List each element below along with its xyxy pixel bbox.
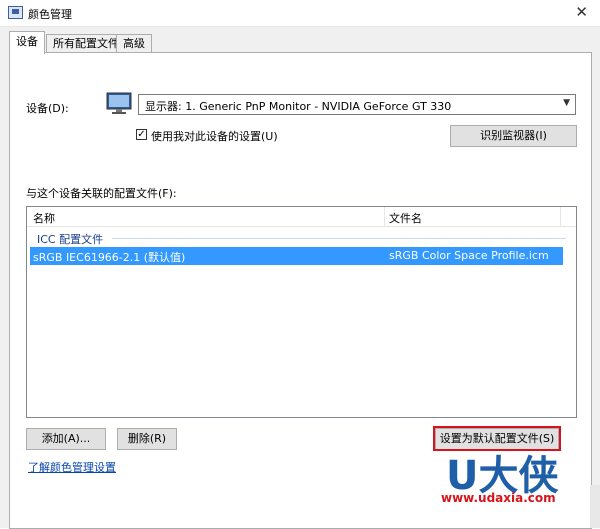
tab-advanced[interactable]: 高级	[116, 34, 152, 53]
column-header-filename[interactable]: 文件名	[389, 210, 422, 226]
icc-profiles-group-label: ICC 配置文件	[37, 233, 104, 246]
list-header: 名称 文件名	[27, 207, 576, 227]
profile-name-cell: sRGB IEC61966-2.1 (默认值)	[33, 251, 186, 264]
use-my-settings-label: 使用我对此设备的设置(U)	[151, 130, 278, 143]
table-row[interactable]: sRGB IEC61966-2.1 (默认值) sRGB Color Space…	[30, 247, 563, 265]
group-divider	[112, 238, 566, 239]
tab-devices[interactable]: 设备	[9, 31, 45, 54]
identify-monitors-button[interactable]: 识别监视器(I)	[450, 125, 577, 147]
add-button[interactable]: 添加(A)...	[26, 428, 106, 450]
tab-all-profiles[interactable]: 所有配置文件	[46, 34, 126, 53]
column-divider[interactable]	[560, 207, 561, 226]
window-title: 颜色管理	[28, 8, 72, 21]
profile-file-cell: sRGB Color Space Profile.icm	[389, 249, 549, 262]
learn-color-management-link[interactable]: 了解颜色管理设置	[28, 459, 116, 475]
monitor-icon	[106, 92, 132, 114]
color-management-icon	[8, 6, 23, 19]
close-icon[interactable]: ✕	[575, 3, 588, 21]
device-select[interactable]: 显示器: 1. Generic PnP Monitor - NVIDIA GeF…	[138, 94, 576, 115]
window-edge	[590, 485, 600, 528]
column-divider[interactable]	[384, 207, 385, 226]
profiles-list[interactable]: 名称 文件名 ICC 配置文件 sRGB IEC61966-2.1 (默认值) …	[26, 206, 577, 418]
column-header-name[interactable]: 名称	[33, 210, 55, 226]
watermark-logo: U大侠 www.udaxia.com	[441, 443, 591, 513]
title-bar: 颜色管理 ✕	[0, 0, 600, 27]
device-label: 设备(D):	[26, 102, 69, 115]
use-my-settings-checkbox[interactable]: ✓	[136, 129, 147, 140]
associated-profiles-label: 与这个设备关联的配置文件(F):	[26, 187, 177, 200]
watermark-url: www.udaxia.com	[441, 491, 556, 505]
device-select-value: 显示器: 1. Generic PnP Monitor - NVIDIA GeF…	[145, 100, 452, 113]
delete-button[interactable]: 删除(R)	[117, 428, 177, 450]
chevron-down-icon: ▼	[563, 98, 570, 108]
